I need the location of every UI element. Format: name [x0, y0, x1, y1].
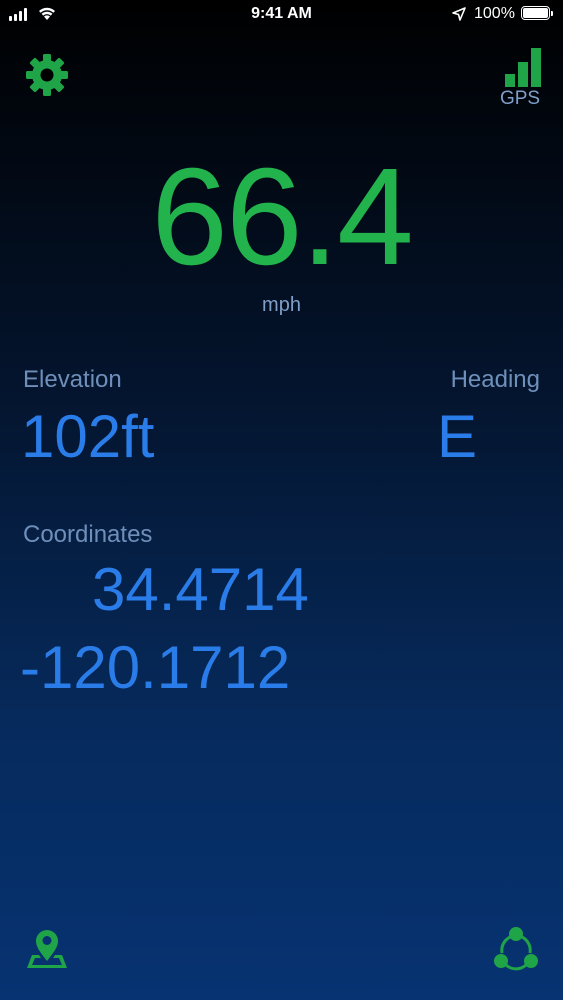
longitude-value: -120.1712 [20, 634, 291, 701]
gps-label: GPS [499, 88, 541, 109]
gps-signal-icon [496, 48, 544, 87]
map-pin-icon[interactable] [24, 925, 70, 971]
gear-icon[interactable] [24, 52, 70, 98]
location-arrow-icon [452, 7, 466, 21]
speed-value: 66.4 [151, 140, 414, 294]
heading-value: E [437, 403, 478, 470]
battery-percent: 100% [474, 5, 515, 22]
elevation-label: Elevation [23, 366, 122, 393]
speed-unit: mph [262, 294, 301, 316]
share-icon[interactable] [492, 925, 540, 973]
latitude-value: 34.4714 [92, 556, 309, 623]
battery-icon [521, 6, 553, 20]
status-bar: 9:41 AM 100% [0, 0, 563, 30]
gps-indicator: GPS [496, 48, 544, 110]
coordinates-label: Coordinates [23, 521, 153, 548]
heading-label: Heading [450, 366, 540, 393]
elevation-value: 102ft [21, 403, 155, 470]
